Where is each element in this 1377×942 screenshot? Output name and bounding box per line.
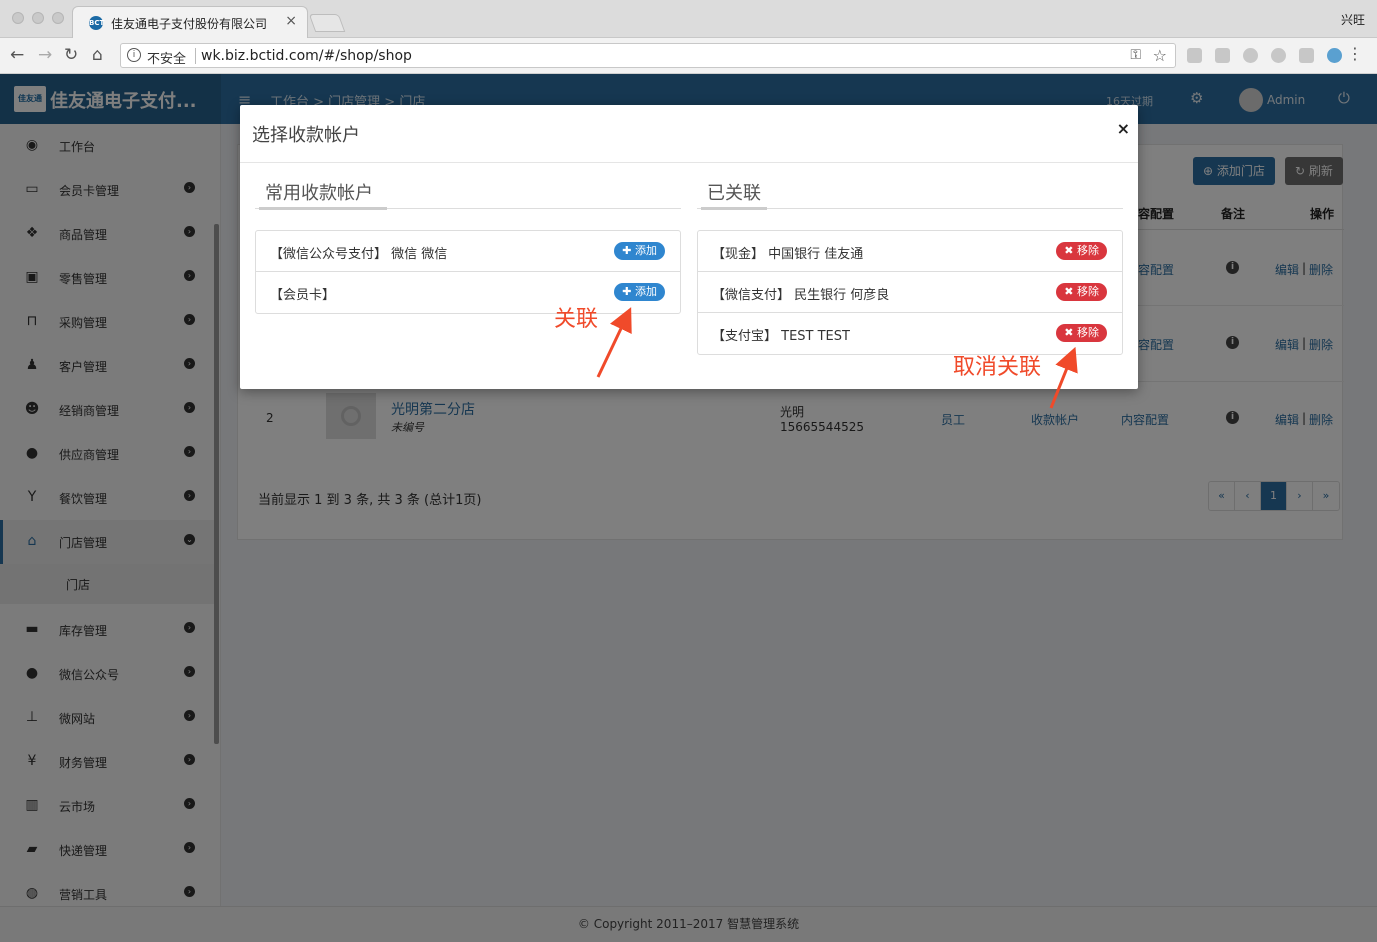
security-label[interactable]: 不安全 — [147, 48, 186, 67]
section-underline — [701, 207, 767, 210]
list-item: 【微信公众号支付】 微信 微信 ✚ 添加 — [256, 231, 680, 272]
globe-extension-icon[interactable] — [1327, 48, 1342, 63]
favicon-icon: BCT — [89, 16, 104, 30]
add-account-button[interactable]: ✚ 添加 — [614, 242, 665, 260]
linked-accounts-title: 已关联 — [707, 183, 761, 204]
available-accounts-list: 【微信公众号支付】 微信 微信 ✚ 添加 【会员卡】 ✚ 添加 — [255, 230, 681, 314]
remove-account-button[interactable]: ✖ 移除 — [1056, 283, 1107, 301]
info-icon[interactable]: i — [127, 48, 141, 62]
remove-label: 移除 — [1077, 326, 1099, 339]
key-icon[interactable]: ⚿ — [1130, 47, 1141, 63]
add-label: 添加 — [635, 285, 657, 298]
extension-icon[interactable] — [1187, 48, 1202, 63]
list-item: 【会员卡】 ✚ 添加 — [256, 272, 680, 313]
window-close-button[interactable] — [12, 12, 24, 24]
browser-tab[interactable]: BCT 佳友通电子支付股份有限公司 × — [72, 6, 308, 38]
list-item: 【现金】 中国银行 佳友通 ✖ 移除 — [698, 231, 1122, 272]
extension-icon[interactable] — [1271, 48, 1286, 63]
list-item: 【支付宝】 TEST TEST ✖ 移除 — [698, 313, 1122, 354]
account-label: 【微信公众号支付】 微信 微信 — [270, 247, 448, 262]
shield-extension-icon[interactable] — [1299, 48, 1314, 63]
extension-p-icon[interactable] — [1215, 48, 1230, 63]
dialog-header-divider — [240, 162, 1138, 163]
home-icon[interactable]: ⌂ — [92, 44, 103, 66]
reload-icon[interactable]: ↻ — [64, 44, 78, 66]
account-label: 【支付宝】 TEST TEST — [712, 329, 850, 344]
common-accounts-title: 常用收款帐户 — [265, 183, 373, 204]
dialog-close-icon[interactable]: × — [1117, 119, 1130, 138]
tab-close-icon[interactable]: × — [285, 13, 297, 29]
linked-accounts-list: 【现金】 中国银行 佳友通 ✖ 移除 【微信支付】 民生银行 何彦良 ✖ 移除 … — [697, 230, 1123, 355]
account-label: 【会员卡】 — [270, 288, 336, 303]
remove-account-button[interactable]: ✖ 移除 — [1056, 242, 1107, 260]
new-tab-button[interactable] — [308, 14, 346, 32]
window-minimize-button[interactable] — [32, 12, 44, 24]
section-underline — [259, 207, 387, 210]
remove-account-button[interactable]: ✖ 移除 — [1056, 324, 1107, 342]
browser-toolbar: ← → ↻ ⌂ i 不安全 wk.biz.bctid.com/#/shop/sh… — [0, 38, 1377, 74]
account-label: 【现金】 中国银行 佳友通 — [712, 247, 864, 262]
annotation-link: 关联 — [554, 307, 599, 332]
back-icon[interactable]: ← — [10, 44, 24, 66]
url-text[interactable]: wk.biz.bctid.com/#/shop/shop — [201, 48, 412, 64]
profile-name[interactable]: 兴旺 — [1341, 11, 1365, 28]
remove-label: 移除 — [1077, 285, 1099, 298]
address-separator — [195, 48, 196, 64]
bookmark-star-icon[interactable]: ☆ — [1153, 46, 1167, 65]
browser-menu-icon[interactable]: ⋮ — [1347, 45, 1363, 63]
forward-icon[interactable]: → — [38, 44, 52, 66]
remove-label: 移除 — [1077, 244, 1099, 257]
address-bar[interactable]: i 不安全 wk.biz.bctid.com/#/shop/shop ⚿ ☆ — [120, 43, 1176, 68]
browser-tabbar: BCT 佳友通电子支付股份有限公司 × 兴旺 — [0, 0, 1377, 38]
extension-icon[interactable] — [1243, 48, 1258, 63]
add-label: 添加 — [635, 244, 657, 257]
add-account-button[interactable]: ✚ 添加 — [614, 283, 665, 301]
tab-title: 佳友通电子支付股份有限公司 — [111, 17, 268, 31]
window-zoom-button[interactable] — [52, 12, 64, 24]
select-payment-account-dialog: 选择收款帐户 × 常用收款帐户 已关联 【微信公众号支付】 微信 微信 ✚ 添加… — [240, 105, 1138, 389]
account-label: 【微信支付】 民生银行 何彦良 — [712, 288, 890, 303]
annotation-unlink: 取消关联 — [953, 355, 1042, 380]
list-item: 【微信支付】 民生银行 何彦良 ✖ 移除 — [698, 272, 1122, 313]
dialog-title: 选择收款帐户 — [252, 125, 360, 146]
